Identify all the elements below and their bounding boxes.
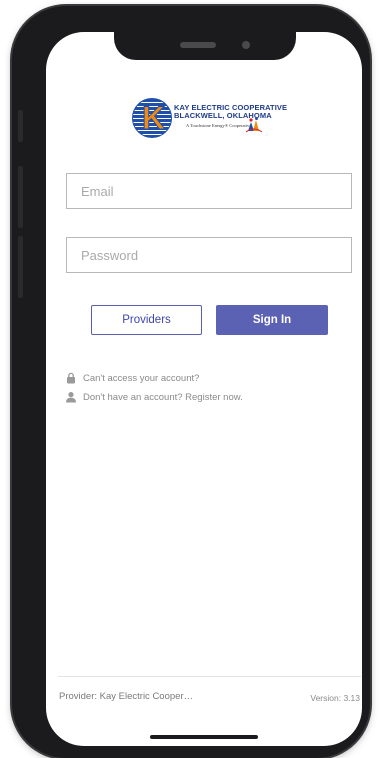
cant-access-link[interactable]: Can't access your account? bbox=[65, 372, 199, 384]
footer-divider bbox=[58, 676, 361, 677]
notch bbox=[114, 32, 296, 60]
logo-tagline: A Touchstone Energy® Cooperative bbox=[186, 123, 252, 128]
mute-switch bbox=[18, 110, 23, 142]
touchstone-icon bbox=[245, 117, 263, 133]
sign-in-button[interactable]: Sign In bbox=[216, 305, 328, 335]
front-camera bbox=[242, 41, 250, 49]
register-text: Don't have an account? Register now. bbox=[83, 391, 243, 403]
sign-in-button-label: Sign In bbox=[252, 314, 292, 326]
volume-up-button bbox=[18, 166, 23, 228]
providers-button-label: Providers bbox=[122, 314, 171, 326]
home-indicator[interactable] bbox=[150, 735, 258, 739]
k-emblem: K bbox=[132, 98, 172, 138]
email-field[interactable] bbox=[66, 173, 352, 209]
providers-button[interactable]: Providers bbox=[91, 305, 202, 335]
lock-icon bbox=[67, 372, 75, 384]
volume-down-button bbox=[18, 236, 23, 298]
cant-access-text: Can't access your account? bbox=[83, 372, 200, 384]
app-screen: K KAY ELECTRIC COOPERATIVE BLACKWELL, OK… bbox=[46, 32, 362, 746]
person-icon bbox=[66, 392, 76, 403]
k-letter: K bbox=[141, 100, 166, 136]
phone-frame: K KAY ELECTRIC COOPERATIVE BLACKWELL, OK… bbox=[12, 6, 370, 758]
password-field[interactable] bbox=[66, 237, 352, 273]
footer-version: Version: 3.13 bbox=[310, 693, 360, 703]
company-logo: K KAY ELECTRIC COOPERATIVE BLACKWELL, OK… bbox=[132, 98, 292, 138]
speaker-grille bbox=[180, 42, 216, 48]
footer-provider: Provider: Kay Electric Cooper… bbox=[59, 691, 194, 702]
register-link[interactable]: Don't have an account? Register now. bbox=[65, 391, 243, 403]
